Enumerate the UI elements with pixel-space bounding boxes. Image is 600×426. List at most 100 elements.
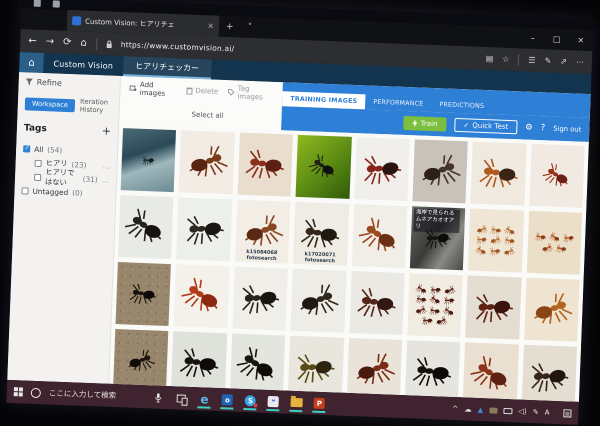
ant-image[interactable] [463, 342, 519, 401]
address-separator [96, 38, 97, 50]
add-tag-button[interactable]: + [101, 124, 111, 137]
ant-graphic [471, 142, 527, 206]
ant-image[interactable] [466, 275, 522, 339]
settings-gear-icon[interactable]: ⚙ [525, 123, 533, 133]
ant-image[interactable] [412, 139, 468, 203]
ant-image[interactable] [526, 211, 582, 275]
tag-checkbox[interactable] [23, 145, 30, 152]
skype-icon-glyph: S [245, 395, 256, 406]
minimize-button[interactable]: – [521, 33, 545, 43]
ant-image[interactable] [113, 329, 169, 393]
new-tab-button[interactable]: + [219, 16, 241, 38]
ant-image[interactable] [291, 269, 347, 333]
tag-count: (0) [72, 188, 83, 197]
ant-image[interactable] [296, 135, 352, 199]
quick-test-button[interactable]: ✓ Quick Test [454, 118, 517, 134]
drive-sync-icon[interactable]: ▲ [478, 405, 484, 413]
tags-title: Tags [24, 123, 47, 134]
cortana-icon[interactable] [31, 387, 41, 397]
tag-icon [227, 88, 235, 96]
reading-view-icon[interactable]: ▤ [486, 54, 494, 63]
ant-image[interactable] [116, 262, 172, 326]
action-center-icon[interactable] [563, 409, 571, 417]
ant-image[interactable]: k17020071 fotosearch [293, 202, 349, 266]
ant-image[interactable]: k15084068 fotosearch [235, 200, 291, 264]
tag-checkbox[interactable] [35, 159, 42, 166]
tag-checkbox[interactable] [21, 187, 28, 194]
tag-checkbox[interactable] [34, 173, 41, 180]
ant-image[interactable] [288, 336, 344, 400]
add-images-button[interactable]: Add images [129, 80, 177, 98]
tag-images-button[interactable]: Tag images [227, 84, 274, 102]
ant-image[interactable] [354, 137, 410, 201]
maximize-button[interactable]: □ [545, 34, 569, 44]
ant-image[interactable] [529, 144, 585, 208]
task-view-glyph [177, 394, 186, 402]
ant-image[interactable] [405, 340, 461, 402]
file-explorer-icon[interactable] [290, 393, 304, 412]
tab-close-icon[interactable]: × [207, 21, 214, 30]
ant-icon [524, 356, 575, 398]
microphone-icon[interactable] [152, 387, 166, 406]
web-note-icon[interactable]: ✎ [544, 56, 551, 65]
select-all-button[interactable]: Select all [191, 111, 223, 120]
share-icon[interactable]: ⇗ [560, 57, 567, 66]
back-icon[interactable]: ← [28, 35, 37, 46]
start-button[interactable] [14, 387, 23, 396]
ant-image[interactable] [524, 278, 580, 342]
desktop-icon[interactable] [53, 0, 60, 7]
ant-image[interactable] [237, 133, 293, 197]
ant-image[interactable] [232, 267, 288, 331]
ant-image[interactable] [230, 333, 286, 397]
ant-image[interactable]: 海岸で見られる ムネアカオオアリ [410, 206, 466, 270]
ant-image[interactable] [468, 209, 524, 273]
edge-icon[interactable]: e [198, 389, 212, 408]
taskbar-search[interactable]: ここに入力して検索 [49, 387, 117, 401]
skype-icon[interactable]: S [244, 391, 258, 410]
display-icon[interactable] [503, 407, 512, 413]
ant-image[interactable] [171, 331, 227, 395]
delete-button[interactable]: Delete [186, 87, 218, 96]
ant-image[interactable] [471, 142, 527, 206]
powerpoint-icon[interactable]: P [313, 394, 327, 413]
tag-more-button[interactable]: … [102, 175, 110, 184]
refresh-icon[interactable]: ⟳ [63, 37, 72, 48]
ant-image[interactable] [121, 128, 177, 192]
onedrive-cloud-icon[interactable]: ☁ [464, 404, 472, 413]
outlook-icon[interactable]: o [221, 390, 235, 409]
speech-app-icon[interactable]: ❝ [267, 392, 281, 411]
ant-image[interactable] [346, 338, 402, 402]
ant-image[interactable] [176, 197, 232, 261]
tab-favicon-icon [72, 16, 81, 25]
more-icon[interactable]: ⋯ [576, 57, 584, 66]
hub-icon[interactable]: ☰ [528, 56, 536, 65]
ant-image[interactable] [349, 271, 405, 335]
ant-image[interactable] [407, 273, 463, 337]
ant-icon [179, 208, 230, 250]
ant-image[interactable] [118, 195, 174, 259]
train-button[interactable]: Train [403, 116, 446, 132]
home-icon[interactable]: ⌂ [80, 37, 87, 48]
ime-mode-icon[interactable]: A [545, 408, 550, 416]
ant-image[interactable] [521, 345, 577, 402]
forward-icon[interactable]: → [45, 36, 54, 47]
ant-image[interactable] [179, 130, 235, 194]
close-button[interactable]: × [569, 35, 593, 45]
tag-more-button[interactable]: … [102, 161, 110, 170]
chevron-up-icon[interactable]: ^ [452, 404, 459, 413]
help-icon[interactable]: ? [541, 123, 546, 133]
speaker-icon[interactable]: ◁) [518, 407, 527, 416]
tab-preview-chevron-icon[interactable]: ˅ [240, 17, 259, 39]
workspace-button[interactable]: Workspace [25, 97, 76, 112]
folder-tray-icon[interactable] [489, 407, 497, 413]
desktop-icon[interactable] [34, 0, 41, 7]
sign-out-button[interactable]: Sign out [553, 125, 581, 134]
favorite-star-icon[interactable]: ☆ [502, 55, 510, 64]
ime-pen-icon[interactable]: ✎ [533, 408, 539, 416]
ant-image[interactable] [174, 264, 230, 328]
ant-image[interactable] [351, 204, 407, 268]
app-home-icon[interactable]: ⌂ [19, 52, 44, 73]
iteration-history-button[interactable]: Iteration History [80, 97, 113, 114]
refine-control[interactable]: Refine [26, 77, 113, 89]
task-view-icon[interactable] [175, 388, 189, 407]
